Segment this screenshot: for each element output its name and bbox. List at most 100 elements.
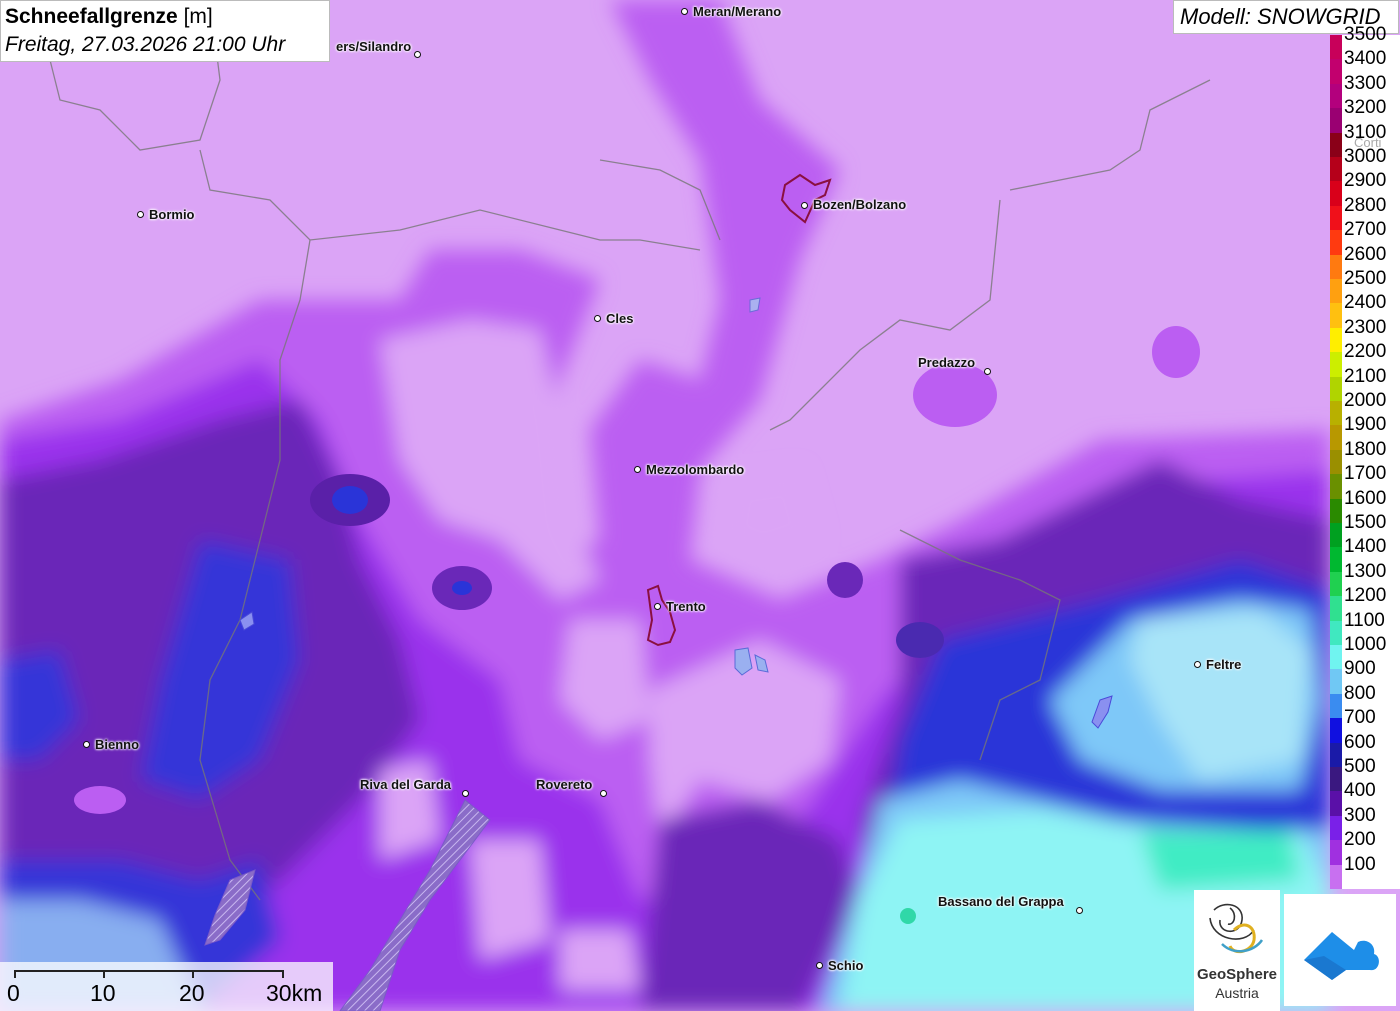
legend-row: 1500 [1330,511,1400,548]
city-bienno[interactable]: Bienno [95,737,139,752]
legend-row: 1000 [1330,633,1400,670]
legend-row: 2200 [1330,340,1400,377]
title-box: Schneefallgrenze [m] Freitag, 27.03.2026… [0,0,330,62]
legend-row: 2400 [1330,291,1400,328]
city-meran[interactable]: Meran/Merano [693,4,781,19]
legend-row: 2100 [1330,365,1400,401]
legend-row: 1200 [1330,584,1400,621]
legend-row: 900 [1330,657,1400,694]
city-bolzano[interactable]: Bozen/Bolzano [813,197,906,212]
legend-row: 200 [1330,828,1400,865]
app-logo[interactable] [1284,894,1396,1006]
legend-row: 1700 [1330,462,1400,499]
city-silandro[interactable]: ers/Silandro [336,39,411,54]
legend-label: 2800 [1344,194,1387,216]
city-dot[interactable] [816,962,823,969]
legend-label: 1200 [1344,585,1387,607]
legend-swatch [1330,864,1342,889]
legend-label: 1000 [1344,634,1387,655]
city-dot[interactable] [137,211,144,218]
scale-label-20: 20 [179,980,205,1006]
city-dot[interactable] [1076,907,1083,914]
legend-label: 2900 [1344,170,1387,192]
city-dot[interactable] [801,202,808,209]
city-dot[interactable] [634,466,641,473]
city-cles[interactable]: Cles [606,311,633,326]
city-predazzo[interactable]: Predazzo [918,355,975,370]
city-dot[interactable] [83,741,90,748]
scale-tick [282,970,284,978]
scale-label-30km: 30km [266,980,323,1006]
legend-label: 800 [1344,682,1376,704]
city-dot[interactable] [654,603,661,610]
city-dot[interactable] [414,51,421,58]
legend-label: 1100 [1344,609,1385,631]
legend-row: 1600 [1330,487,1400,523]
legend-label: 1300 [1344,560,1387,582]
geosphere-name: GeoSphere [1196,966,1278,983]
scale-bar: 0 10 20 30km [0,962,333,1011]
snowfall-map[interactable] [0,0,1400,1011]
legend-label: 3400 [1344,48,1387,70]
legend-label: 2500 [1344,268,1387,289]
scale-tick [192,970,194,978]
city-dot[interactable] [462,790,469,797]
map-datetime: Freitag, 27.03.2026 21:00 Uhr [5,33,286,56]
color-legend: 3500 3400 3300 3200 3100 3000 2900 2800 2700 2600… [1330,25,1400,889]
map-title: Schneefallgrenze [m] [5,5,213,28]
city-cortina-partial[interactable]: Corti [1354,135,1381,150]
legend-row: 2900 [1330,169,1400,206]
city-dot[interactable] [984,368,991,375]
city-dot[interactable] [681,8,688,15]
legend-label: 700 [1344,707,1376,729]
legend-row: 3300 [1330,72,1400,109]
legend-label: 2600 [1344,243,1387,265]
legend-row: 1400 [1330,535,1400,572]
legend-label: 3300 [1344,72,1387,94]
legend-label: 400 [1344,780,1376,802]
scale-tick [103,970,105,978]
city-trento[interactable]: Trento [666,599,706,614]
legend-label: 1400 [1344,536,1387,558]
city-rovereto[interactable]: Rovereto [536,777,592,792]
legend-row: 2300 [1330,316,1400,353]
legend-row: 800 [1330,682,1400,719]
legend-row: 2700 [1330,218,1400,255]
legend-row: 1100 [1330,609,1400,645]
legend-label: 1600 [1344,487,1387,509]
city-feltre[interactable]: Feltre [1206,657,1241,672]
legend-label: 2400 [1344,292,1387,314]
legend-row: 3500 [1330,23,1400,60]
city-dot[interactable] [594,315,601,322]
legend-row: 3400 [1330,47,1400,84]
city-dot[interactable] [600,790,607,797]
legend-label: 2000 [1344,390,1387,411]
legend-row: 2800 [1330,194,1400,231]
legend-label: 300 [1344,804,1376,826]
legend-row: 3200 [1330,96,1400,133]
city-dot[interactable] [1194,661,1201,668]
legend-row: 1900 [1330,413,1400,450]
city-riva-del-garda[interactable]: Riva del Garda [360,777,451,792]
legend-label: 1800 [1344,438,1387,460]
city-mezzolombardo[interactable]: Mezzolombardo [646,462,744,477]
legend-label: 200 [1344,829,1376,851]
scale-label-0: 0 [7,980,20,1006]
legend-row: 100 [1330,853,1400,889]
legend-label: 100 [1344,853,1376,875]
city-schio[interactable]: Schio [828,958,863,973]
legend-label: 500 [1344,756,1376,777]
legend-row: 500 [1330,755,1400,792]
city-bassano[interactable]: Bassano del Grappa [938,894,1064,909]
legend-row: 700 [1330,706,1400,743]
scale-line [14,970,284,972]
legend-row: 2500 [1330,267,1400,304]
legend-row: 1800 [1330,438,1400,475]
city-bormio[interactable]: Bormio [149,207,195,222]
legend-label: 1900 [1344,414,1387,436]
legend-label: 900 [1344,658,1376,680]
scale-label-10: 10 [90,980,116,1006]
legend-label: 1700 [1344,463,1387,485]
geosphere-logo[interactable]: GeoSphere Austria [1194,890,1280,1011]
legend-row: 1300 [1330,560,1400,597]
